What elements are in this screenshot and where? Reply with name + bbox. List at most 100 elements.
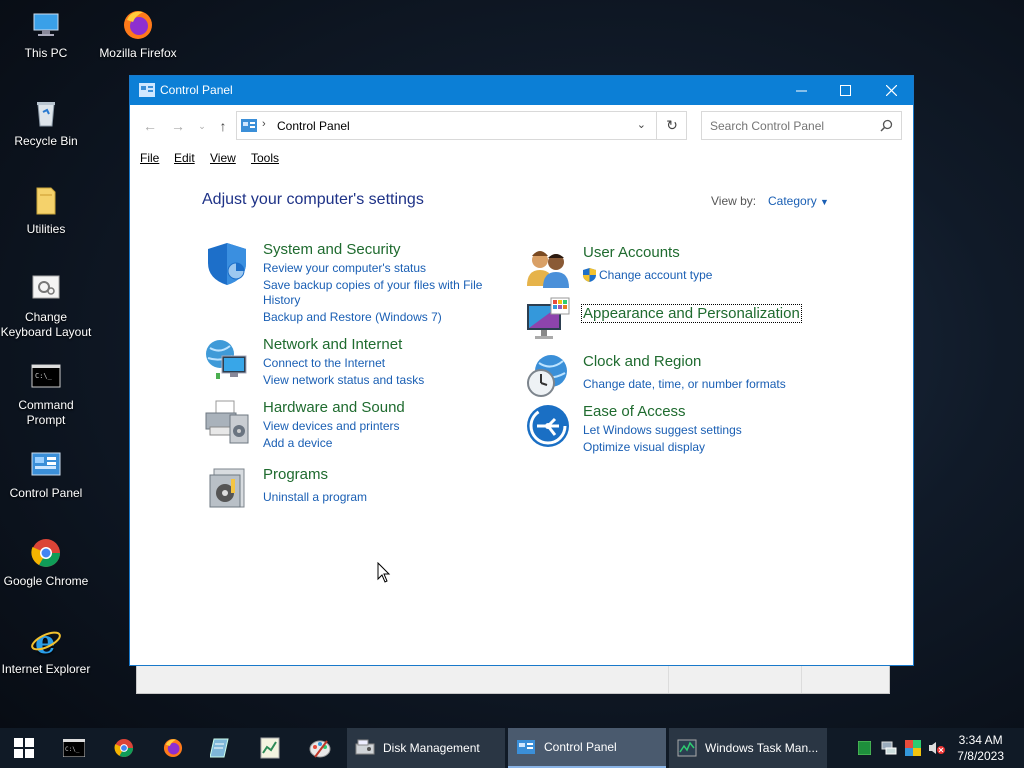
category-ease-of-access[interactable]: Ease of Access [583,403,686,420]
maximize-button[interactable] [822,76,868,105]
chart-document-icon [260,737,280,759]
title-bar[interactable]: Control Panel [130,76,913,105]
control-panel-icon [31,452,61,476]
breadcrumb[interactable]: Control Panel [277,119,350,133]
desktop-icon-utilities[interactable]: Utilities [0,184,92,237]
control-panel-icon [139,83,155,97]
desktop-icon-recycle-bin[interactable]: Recycle Bin [0,96,92,149]
search-input[interactable] [708,118,872,134]
taskbar-app-control-panel[interactable]: Control Panel [508,728,666,768]
task-manager-icon [677,739,697,757]
maximize-icon [839,85,851,96]
clock-time: 3:34 AM [958,733,1003,747]
divider [801,665,802,693]
category-system-and-security[interactable]: System and Security [263,241,401,258]
category-clock-and-region[interactable]: Clock and Region [583,353,701,370]
paint-palette-icon [309,740,331,758]
desktop-icon-google-chrome[interactable]: Google Chrome [0,536,92,589]
view-by-dropdown[interactable]: Category ▼ [768,194,829,208]
desktop-icon-firefox[interactable]: Mozilla Firefox [92,8,184,61]
link-change-account-type[interactable]: Change account type [599,268,712,283]
category-programs[interactable]: Programs [263,466,328,483]
link-add-a-device[interactable]: Add a device [263,436,332,451]
desktop-icon-label: Change Keyboard Layout [0,310,92,339]
category-user-accounts[interactable]: User Accounts [583,244,680,261]
taskbar: C:\_ Disk Management Control Panel Windo… [0,728,1024,768]
recent-locations-button[interactable]: ⌄ [192,116,212,136]
category-hardware-and-sound[interactable]: Hardware and Sound [263,399,405,416]
link-save-backup-copies[interactable]: Save backup copies of your files with Fi… [263,278,482,293]
network-globe-icon[interactable] [204,336,250,382]
ease-of-access-icon[interactable] [525,403,571,449]
taskbar-pinned-spreadsheet[interactable] [250,728,290,768]
refresh-button[interactable]: ↻ [656,111,687,140]
desktop-icon-command-prompt[interactable]: C:\_ Command Prompt [0,360,92,428]
user-accounts-icon[interactable] [525,244,571,290]
link-connect-to-internet[interactable]: Connect to the Internet [263,356,385,371]
desktop-icon-label: Mozilla Firefox [99,46,177,60]
menu-tools[interactable]: Tools [251,151,279,165]
network-icon[interactable] [881,740,897,756]
taskbar-app-task-manager[interactable]: Windows Task Man... [669,728,827,768]
category-appearance-and-personalization[interactable]: Appearance and Personalization [581,304,802,323]
recycle-bin-icon [37,102,55,127]
search-icon[interactable] [880,119,893,132]
link-view-network-status[interactable]: View network status and tasks [263,373,424,388]
desktop-icon-internet-explorer[interactable]: e Internet Explorer [0,624,92,677]
taskbar-pinned-command-prompt[interactable]: C:\_ [54,728,94,768]
link-view-devices-and-printers[interactable]: View devices and printers [263,419,400,434]
taskbar-pinned-firefox[interactable] [153,728,193,768]
tray-app-icon[interactable] [858,741,871,755]
taskbar-pinned-paint[interactable] [300,728,340,768]
volume-muted-icon[interactable] [928,741,946,755]
address-toolbar: ← → ⌄ ↑ › Control Panel ⌄ ↻ [130,105,913,147]
up-button[interactable]: ↑ [213,116,233,136]
category-network-and-internet[interactable]: Network and Internet [263,336,402,353]
menu-edit[interactable]: Edit [174,151,195,165]
forward-button[interactable]: → [168,116,188,136]
chrome-icon [31,539,60,567]
programs-icon[interactable] [204,465,250,511]
shield-icon[interactable] [204,241,250,287]
close-button[interactable] [868,76,914,105]
clock-globe-icon[interactable] [525,353,571,399]
minimize-button[interactable] [778,76,824,105]
desktop-icon-label: Utilities [26,222,66,236]
uac-shield-icon [583,268,596,282]
search-box[interactable] [701,111,902,140]
view-by-value: Category [768,194,817,208]
link-change-date-time-formats[interactable]: Change date, time, or number formats [583,377,786,392]
system-clock[interactable]: 3:34 AM 7/8/2023 [957,732,1004,764]
color-app-icon[interactable] [905,740,921,756]
desktop-icon-control-panel[interactable]: Control Panel [0,448,92,501]
taskbar-pinned-chrome[interactable] [104,728,144,768]
appearance-icon[interactable] [525,296,571,342]
background-window[interactable] [136,664,890,694]
address-bar[interactable]: › Control Panel ⌄ [236,111,687,140]
link-let-windows-suggest-settings[interactable]: Let Windows suggest settings [583,423,742,438]
windows-logo-icon [14,738,34,758]
link-save-backup-copies-history[interactable]: History [263,293,300,308]
breadcrumb-separator-icon[interactable]: › [262,118,266,130]
menu-view[interactable]: View [210,151,236,165]
taskbar-app-disk-management[interactable]: Disk Management [347,728,505,768]
desktop-icon-label: Recycle Bin [14,134,78,148]
taskbar-app-label: Windows Task Man... [705,741,819,755]
chevron-down-icon[interactable]: ⌄ [637,118,646,131]
clock-date: 7/8/2023 [957,749,1004,763]
link-optimize-visual-display[interactable]: Optimize visual display [583,440,705,455]
link-review-computer-status[interactable]: Review your computer's status [263,261,426,276]
taskbar-app-label: Disk Management [383,741,480,755]
taskbar-pinned-notes[interactable] [201,728,241,768]
desktop-icon-this-pc[interactable]: This PC [0,8,92,61]
control-panel-icon [241,119,257,132]
menu-file[interactable]: File [140,151,159,165]
svg-text:C:\_: C:\_ [35,372,53,380]
back-button[interactable]: ← [140,116,160,136]
desktop-icon-change-keyboard-layout[interactable]: Change Keyboard Layout [0,272,92,340]
printer-icon[interactable] [204,399,250,445]
command-prompt-icon: C:\_ [31,364,61,388]
start-button[interactable] [4,728,44,768]
link-uninstall-a-program[interactable]: Uninstall a program [263,490,367,505]
link-backup-and-restore[interactable]: Backup and Restore (Windows 7) [263,310,442,325]
